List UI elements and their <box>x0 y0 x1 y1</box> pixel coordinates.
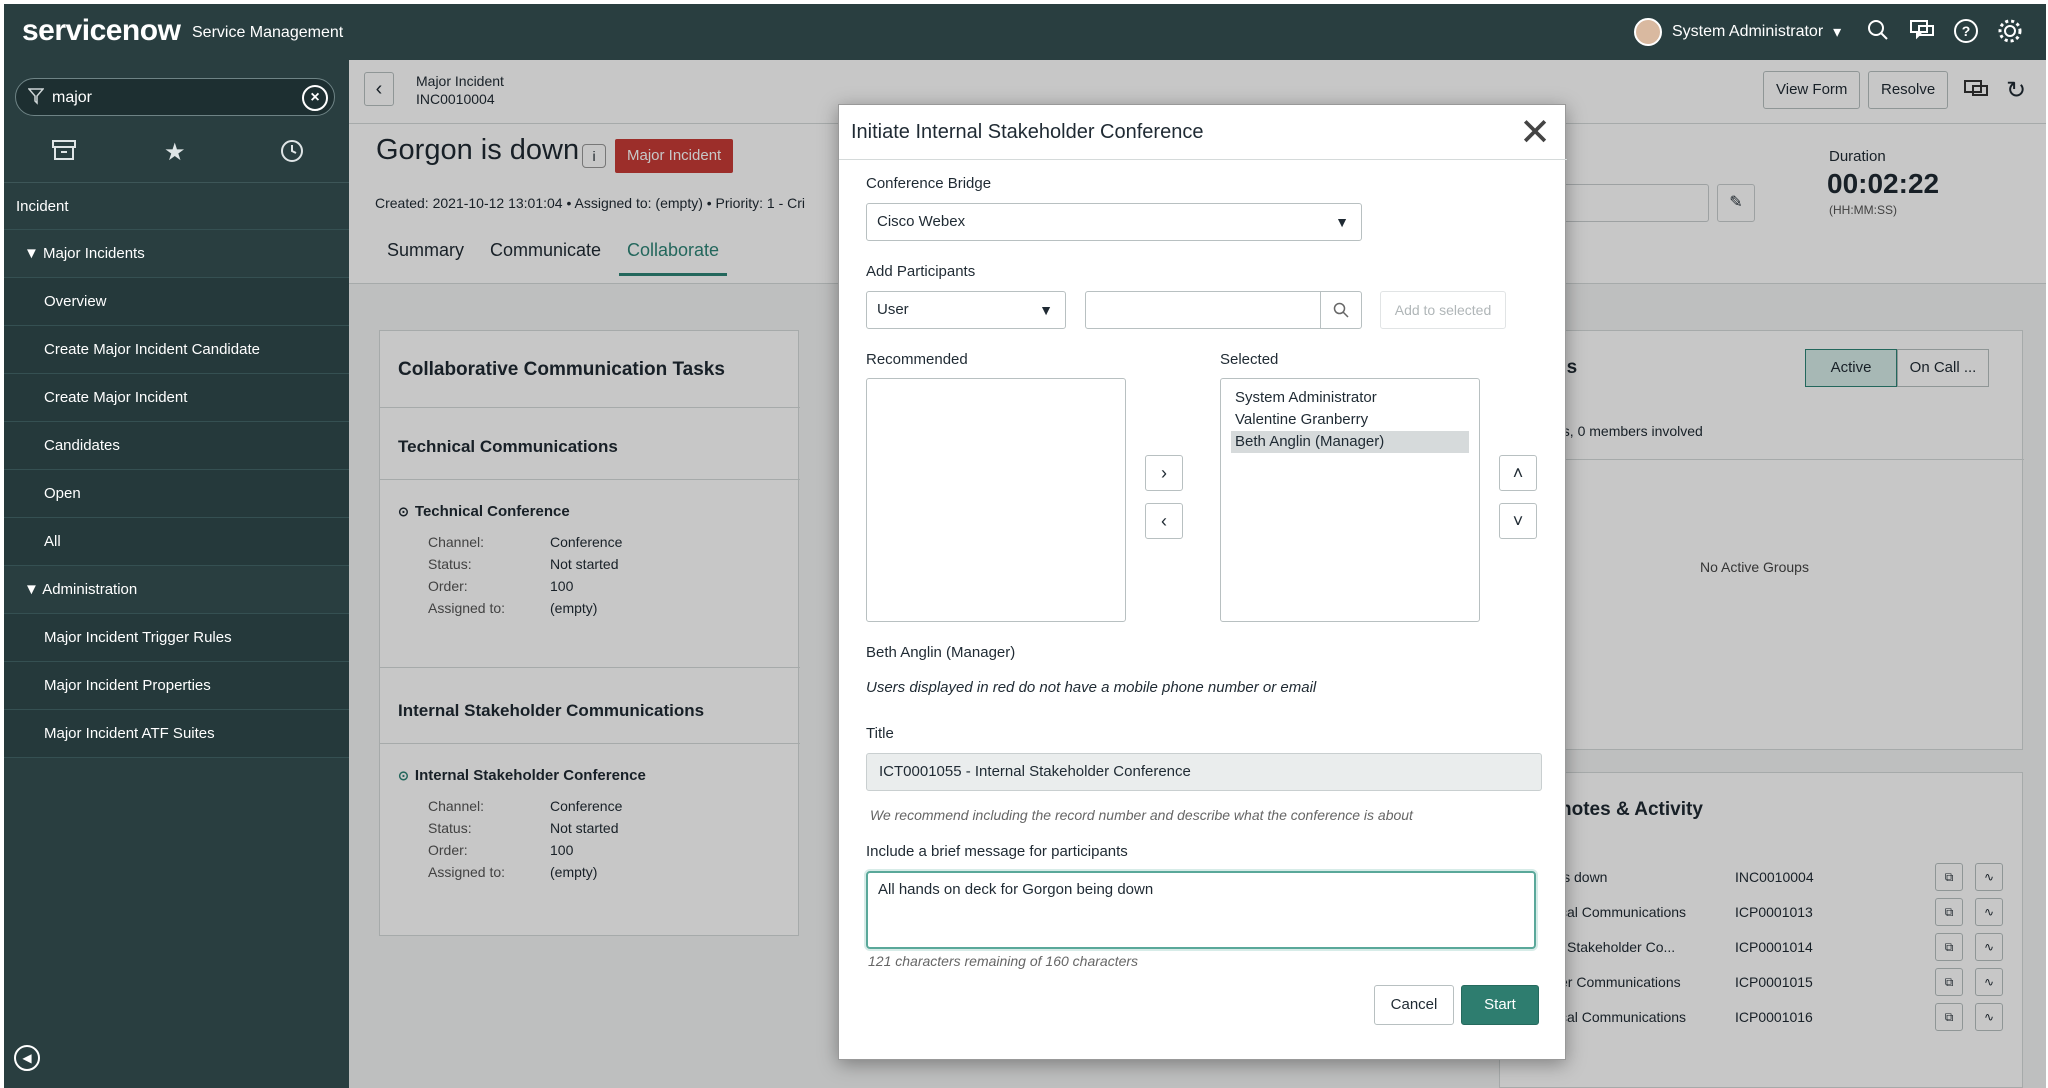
sidebar-item-create-major-incident-candidate[interactable]: Create Major Incident Candidate <box>4 326 349 374</box>
sidebar-item-major-incident-atf-suites[interactable]: Major Incident ATF Suites <box>4 710 349 758</box>
app-title-label: Incident <box>16 198 69 215</box>
sidebar-item-label: Create Major Incident <box>44 389 188 406</box>
title-hint: We recommend including the record number… <box>870 807 1413 823</box>
close-icon[interactable]: ✕ <box>1519 113 1551 153</box>
message-label: Include a brief message for participants <box>866 843 1128 860</box>
initiate-conference-modal: Initiate Internal Stakeholder Conference… <box>838 104 1567 1060</box>
caret-down-icon: ▼ <box>24 245 44 262</box>
conference-bridge-select[interactable]: Cisco Webex ▼ <box>866 203 1362 241</box>
funnel-icon <box>27 87 45 110</box>
top-navigation-bar: servicenow Service Management System Adm… <box>4 4 2046 60</box>
servicenow-logo[interactable]: servicenow <box>22 14 181 48</box>
sidebar-item-all[interactable]: All <box>4 518 349 566</box>
chat-icon[interactable] <box>1908 18 1936 46</box>
product-name: Service Management <box>192 24 344 41</box>
selected-value: Cisco Webex <box>877 213 966 230</box>
cancel-button[interactable]: Cancel <box>1374 985 1454 1025</box>
start-button[interactable]: Start <box>1461 985 1539 1025</box>
chevron-down-icon: ▾ <box>1833 24 1842 41</box>
sidebar-item-open[interactable]: Open <box>4 470 349 518</box>
sidebar-item-create-major-incident[interactable]: Create Major Incident <box>4 374 349 422</box>
sidebar-item-label: Major Incident Trigger Rules <box>44 629 232 646</box>
participant-message-textarea[interactable]: All hands on deck for Gorgon being down <box>866 871 1536 949</box>
navigator-tabs: ★ <box>4 134 349 174</box>
participant-search-input[interactable] <box>1085 291 1321 329</box>
selected-participant-detail: Beth Anglin (Manager) <box>866 644 1016 661</box>
settings-icon[interactable] <box>1996 18 2024 46</box>
add-to-selected-button[interactable]: Add to selected <box>1380 291 1506 329</box>
move-right-button[interactable]: › <box>1145 455 1183 491</box>
favorites-star-icon[interactable]: ★ <box>164 138 186 167</box>
selected-label: Selected <box>1220 351 1279 368</box>
title-label: Title <box>866 725 894 742</box>
sidebar-item-major-incident-trigger-rules[interactable]: Major Incident Trigger Rules <box>4 614 349 662</box>
collapse-navigator-icon[interactable]: ◀ <box>14 1045 40 1071</box>
modal-title: Initiate Internal Stakeholder Conference <box>851 121 1204 143</box>
clear-filter-icon[interactable]: × <box>302 85 328 111</box>
sidebar-item-major-incident-properties[interactable]: Major Incident Properties <box>4 662 349 710</box>
add-participants-label: Add Participants <box>866 263 976 280</box>
sidebar-item-label: Create Major Incident Candidate <box>44 341 260 358</box>
svg-text:?: ? <box>1962 23 1971 39</box>
history-clock-icon[interactable] <box>279 138 305 171</box>
app-title-incident[interactable]: Incident <box>4 182 349 230</box>
sidebar-item-candidates[interactable]: Candidates <box>4 422 349 470</box>
search-icon[interactable] <box>1320 291 1362 329</box>
archive-icon[interactable] <box>51 138 77 169</box>
user-menu[interactable]: System Administrator ▾ <box>1634 18 1841 46</box>
divider <box>839 159 1567 160</box>
recommended-label: Recommended <box>866 351 968 368</box>
sidebar-item-label: Major Incident ATF Suites <box>44 725 215 742</box>
sidebar-item-label: Candidates <box>44 437 120 454</box>
move-left-button[interactable]: ‹ <box>1145 503 1183 539</box>
conference-title-field[interactable]: ICT0001055 - Internal Stakeholder Confer… <box>866 753 1542 791</box>
sidebar-item-label: All <box>44 533 61 550</box>
selected-value: User <box>877 301 909 318</box>
selected-participant[interactable]: System Administrator <box>1231 387 1469 409</box>
conference-bridge-label: Conference Bridge <box>866 175 992 192</box>
sidebar-item-label: Open <box>44 485 81 502</box>
sidebar-item-label: Major Incidents <box>43 245 145 262</box>
application-navigator: major × ★ Incident ▼ Major Incidents Over… <box>4 60 349 1088</box>
selected-participant[interactable]: Beth Anglin (Manager) <box>1231 431 1469 453</box>
filter-input[interactable]: major <box>52 89 92 107</box>
dropdown-caret-icon: ▼ <box>1039 302 1053 318</box>
sidebar-item-overview[interactable]: Overview <box>4 278 349 326</box>
navigator-filter[interactable]: major × <box>15 78 335 116</box>
sidebar-item-administration[interactable]: ▼ Administration <box>4 566 349 614</box>
participant-type-select[interactable]: User ▼ <box>866 291 1066 329</box>
sidebar-item-label: Administration <box>42 581 138 598</box>
user-name: System Administrator <box>1672 23 1824 40</box>
dropdown-caret-icon: ▼ <box>1335 214 1349 230</box>
user-avatar <box>1634 18 1662 46</box>
search-icon[interactable] <box>1864 18 1892 46</box>
selected-participant[interactable]: Valentine Granberry <box>1231 409 1469 431</box>
move-up-button[interactable]: ˄ <box>1499 455 1537 491</box>
sidebar-item-label: Major Incident Properties <box>44 677 211 694</box>
app-window: servicenow Service Management System Adm… <box>4 4 2046 1088</box>
character-counter: 121 characters remaining of 160 characte… <box>868 953 1139 969</box>
red-user-note: Users displayed in red do not have a mob… <box>866 679 1317 696</box>
sidebar-item-label: Overview <box>44 293 107 310</box>
caret-down-icon: ▼ <box>24 581 43 598</box>
move-down-button[interactable]: ˅ <box>1499 503 1537 539</box>
sidebar-item-major-incidents[interactable]: ▼ Major Incidents <box>4 230 349 278</box>
recommended-listbox[interactable] <box>866 378 1126 622</box>
selected-listbox[interactable]: System Administrator Valentine Granberry B… <box>1220 378 1480 622</box>
help-icon[interactable]: ? <box>1952 18 1980 46</box>
